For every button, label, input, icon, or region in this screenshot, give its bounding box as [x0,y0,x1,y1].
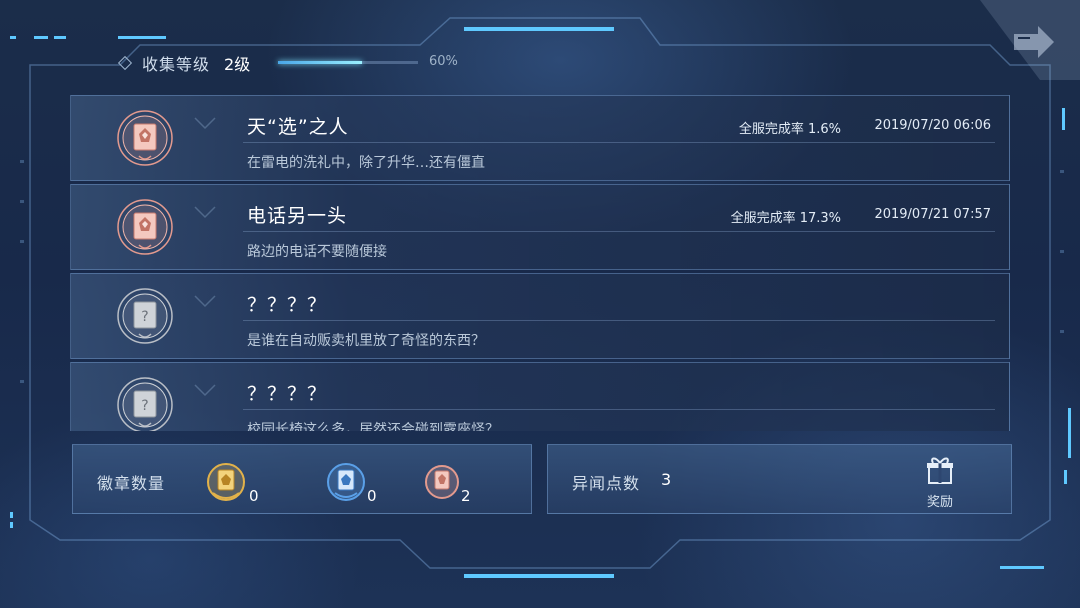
reward-button[interactable]: 奖励 [917,455,963,510]
achievement-title: ？？？？ [247,294,328,316]
achievement-date: 2019/07/20 06:06 [874,118,991,133]
oddity-points-panel: 异闻点数 3 奖励 [547,444,1012,514]
svg-text:?: ? [141,309,148,325]
blue-badge-icon [323,459,369,505]
achievement-description: 在雷电的洗礼中，除了升华…还有僵直 [247,155,485,171]
divider [243,409,995,410]
collection-progress-text: 60% [429,54,458,69]
chevron-down-icon [194,117,216,130]
achievement-title: 电话另一头 [247,205,348,227]
achievement-card[interactable]: 天“选”之人 全服完成率 1.6% 2019/07/20 06:06 在雷电的洗… [70,95,1010,181]
achievement-description: 路边的电话不要随便接 [247,244,387,260]
divider [243,231,995,232]
collection-level-label: 收集等级 [142,55,211,74]
achievement-date: 2019/07/21 07:57 [874,207,991,222]
chevron-down-icon [194,206,216,219]
diamond-icon [117,55,133,71]
collection-level-value: 2级 [224,55,251,74]
collection-level-header: 收集等级 2级 60% [117,50,458,76]
divider [243,142,995,143]
bronze-badge-icon [113,106,177,170]
achievement-title: ？？？？ [247,383,328,405]
gold-badge-icon [203,459,249,505]
achievement-description: 校园长椅这么多，居然还会碰到露座怪？ [247,422,499,431]
divider [243,320,995,321]
badge-count-label: 徽章数量 [97,474,166,493]
gift-icon [927,457,953,484]
achievement-card[interactable]: 电话另一头 全服完成率 17.3% 2019/07/21 07:57 路边的电话… [70,184,1010,270]
achievement-completion-rate: 全服完成率 1.6% [738,122,841,137]
blue-badge-count: 0 [367,487,377,505]
collection-progress-fill [278,61,362,64]
reward-label: 奖励 [926,495,953,510]
badge-count-panel: 徽章数量 0 0 2 [72,444,532,514]
bronze-badge-count: 2 [461,487,471,505]
achievement-card-locked[interactable]: ? ？？？？ 校园长椅这么多，居然还会碰到露座怪？ [70,362,1010,431]
locked-badge-icon: ? [113,373,177,431]
oddity-points-label: 异闻点数 [572,474,641,493]
collection-progress-bar [278,61,418,64]
chevron-down-icon [194,384,216,397]
svg-text:?: ? [141,398,148,414]
achievement-list[interactable]: 天“选”之人 全服完成率 1.6% 2019/07/20 06:06 在雷电的洗… [70,95,1010,431]
achievement-description: 是谁在自动贩卖机里放了奇怪的东西？ [247,333,485,349]
chevron-down-icon [194,295,216,308]
oddity-points-value: 3 [661,470,672,489]
achievement-completion-rate: 全服完成率 17.3% [730,211,841,226]
gold-badge-count: 0 [249,487,259,505]
bronze-badge-icon [113,195,177,259]
locked-badge-icon: ? [113,284,177,348]
next-arrow-icon[interactable] [1008,20,1060,64]
achievement-card-locked[interactable]: ? ？？？？ 是谁在自动贩卖机里放了奇怪的东西？ [70,273,1010,359]
achievement-title: 天“选”之人 [247,116,349,138]
bronze-badge-icon [419,459,465,505]
